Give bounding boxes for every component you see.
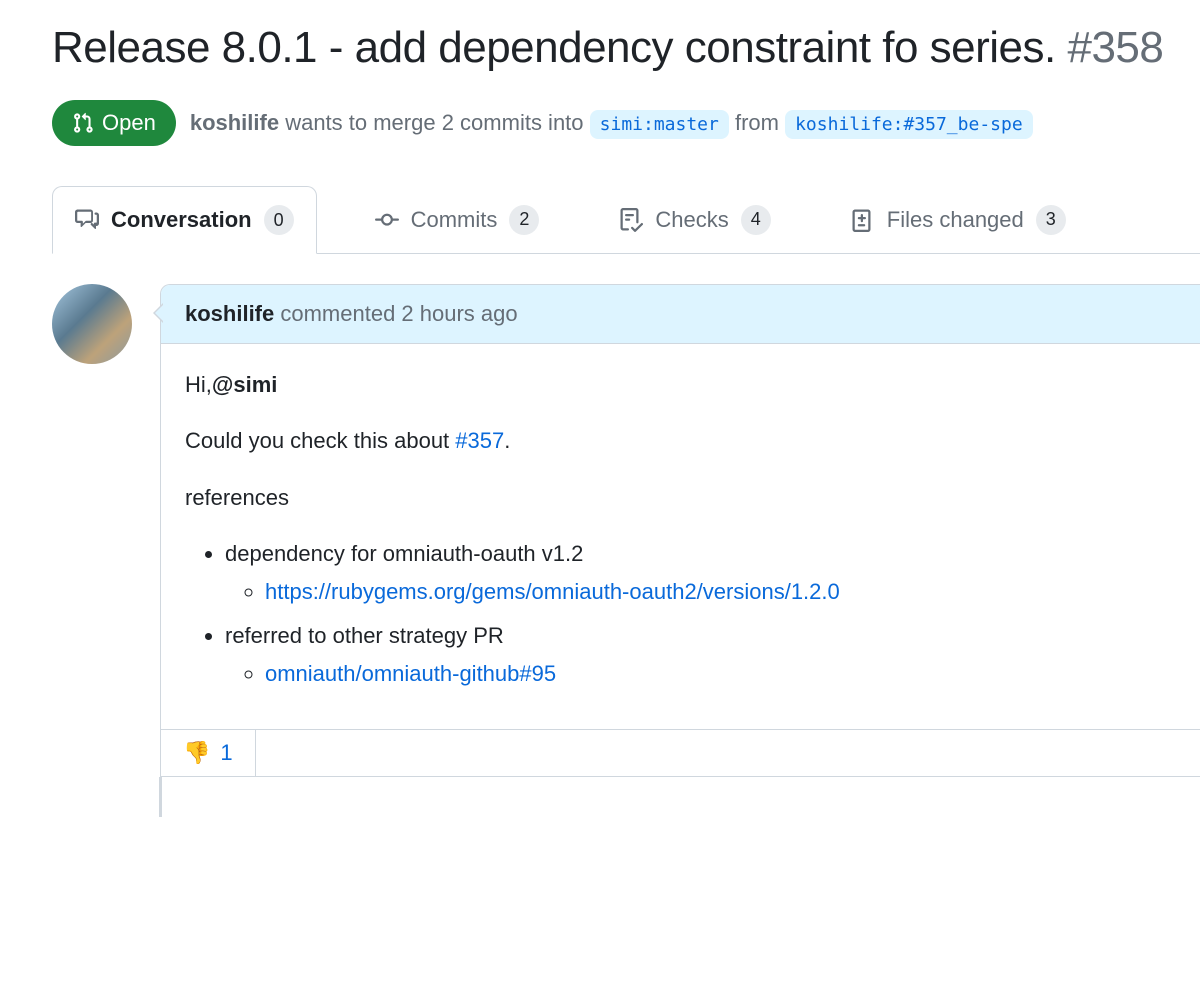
comment-author-link[interactable]: koshilife <box>185 301 274 326</box>
tab-checks-label: Checks <box>655 207 728 233</box>
tab-conversation-count: 0 <box>264 205 294 235</box>
comment-box: koshilife commented 2 hours ago Hi,@simi… <box>160 284 1200 777</box>
comment-header: koshilife commented 2 hours ago <box>161 285 1200 344</box>
tab-commits[interactable]: Commits 2 <box>353 186 562 253</box>
tab-checks[interactable]: Checks 4 <box>597 186 792 253</box>
tab-files-label: Files changed <box>887 207 1024 233</box>
thumbs-down-icon: 👎 <box>183 740 210 766</box>
avatar[interactable] <box>52 284 132 364</box>
reactions-bar: 👎 1 <box>161 729 1200 776</box>
comment-body: Hi,@simi Could you check this about #357… <box>161 344 1200 729</box>
comment-timestamp: commented 2 hours ago <box>274 301 517 326</box>
mention-simi[interactable]: @simi <box>212 372 277 397</box>
tab-conversation-label: Conversation <box>111 207 252 233</box>
pr-number: #358 <box>1067 23 1163 72</box>
state-label: Open <box>102 110 156 136</box>
reaction-thumbs-down[interactable]: 👎 1 <box>161 730 256 776</box>
checklist-icon <box>619 208 643 232</box>
pr-title: Release 8.0.1 - add dependency constrain… <box>52 20 1200 76</box>
reaction-count: 1 <box>220 740 232 766</box>
tab-files-count: 3 <box>1036 205 1066 235</box>
pr-tabs: Conversation 0 Commits 2 Checks 4 Files … <box>52 186 1200 254</box>
tab-files-changed[interactable]: Files changed 3 <box>829 186 1088 253</box>
tab-checks-count: 4 <box>741 205 771 235</box>
ref-link-omniauth-github[interactable]: omniauth/omniauth-github#95 <box>265 661 556 686</box>
references-heading: references <box>185 481 1176 515</box>
tab-commits-count: 2 <box>509 205 539 235</box>
pr-merge-sentence: koshilife wants to merge 2 commits into … <box>190 110 1033 136</box>
pr-author-link[interactable]: koshilife <box>190 110 279 135</box>
pr-meta: Open koshilife wants to merge 2 commits … <box>52 100 1200 146</box>
comment-discussion-icon <box>75 208 99 232</box>
head-branch-chip[interactable]: koshilife:#357_be-spe <box>785 110 1033 139</box>
pr-title-text: Release 8.0.1 - add dependency constrain… <box>52 23 1056 72</box>
state-badge-open: Open <box>52 100 176 146</box>
base-branch-chip[interactable]: simi:master <box>590 110 729 139</box>
git-pull-request-icon <box>72 112 94 134</box>
tab-commits-label: Commits <box>411 207 498 233</box>
issue-link-357[interactable]: #357 <box>455 428 504 453</box>
ref-link-rubygems[interactable]: https://rubygems.org/gems/omniauth-oauth… <box>265 579 840 604</box>
file-diff-icon <box>851 208 875 232</box>
git-commit-icon <box>375 208 399 232</box>
tab-conversation[interactable]: Conversation 0 <box>52 186 317 254</box>
references-list: dependency for omniauth-oauth v1.2 https… <box>185 537 1176 691</box>
timeline-connector <box>159 777 162 817</box>
